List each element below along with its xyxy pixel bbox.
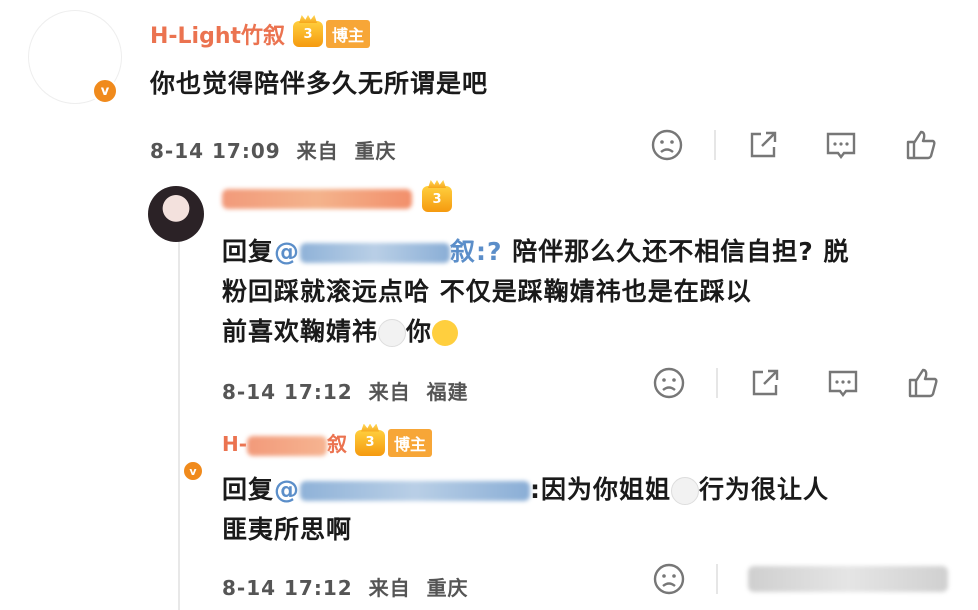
reply2-text-line1: 回复@ :因为你姐姐 行为很让人 [222, 470, 829, 510]
share-icon[interactable] [748, 366, 782, 400]
action-divider [714, 130, 716, 160]
dislike-icon[interactable] [652, 562, 686, 596]
commenter-username[interactable]: H-Light竹叙 [150, 18, 285, 50]
comment-icon[interactable] [826, 366, 860, 400]
dislike-icon[interactable] [652, 366, 686, 400]
reply-prefix: 回复 [222, 237, 275, 266]
thread-line [178, 240, 180, 610]
comment-text: 你也觉得陪伴多久无所谓是吧 [150, 69, 489, 98]
comment-meta: 8-14 17:09 来自 重庆 [150, 135, 397, 164]
reply1-location: 福建 [426, 380, 469, 404]
mention-blurred[interactable] [300, 481, 531, 501]
crown-icon: 3 [422, 186, 452, 212]
laugh-cry-emoji-icon [432, 320, 459, 346]
like-icon[interactable] [904, 128, 938, 162]
comment-from-label: 来自 [296, 139, 339, 163]
comment-location: 重庆 [354, 139, 397, 163]
reply2-username-suffix: 叙 [327, 432, 348, 456]
like-icon[interactable] [906, 366, 940, 400]
reply1-meta: 8-14 17:12 来自 福建 [222, 376, 469, 405]
reply2-verified-icon: v [182, 460, 204, 482]
reply2-line1-end: 行为很让人 [699, 475, 830, 504]
comment-time: 8-14 17:09 [150, 139, 281, 163]
mention-at[interactable]: @ [274, 237, 300, 266]
action-divider [716, 564, 718, 594]
reply2-actions [652, 562, 948, 596]
reply2-from-label: 来自 [368, 576, 411, 600]
mention-at[interactable]: @ [274, 475, 300, 504]
reply2-header: H- 叙 3 博主 [222, 428, 433, 457]
verified-badge-icon: v [92, 78, 118, 104]
reply1-line3-text: 前喜欢鞠婧祎 [222, 317, 379, 346]
reply2-location: 重庆 [426, 576, 469, 600]
emoji-icon [378, 319, 407, 347]
share-icon[interactable] [746, 128, 780, 162]
reply-prefix: 回复 [222, 475, 275, 504]
dislike-icon[interactable] [650, 128, 684, 162]
comment-header: H-Light竹叙 3 博主 [150, 18, 371, 50]
blogger-badge-label: 博主 [388, 428, 433, 457]
reply1-line3-end: 你 [406, 317, 433, 346]
reply1-header: 3 [222, 186, 452, 212]
reply1-from-label: 来自 [368, 380, 411, 404]
reply2-meta: 8-14 17:12 来自 重庆 [222, 572, 469, 601]
mention-suffix[interactable]: 叙:? [450, 237, 503, 266]
reply2-username-prefix: H- [222, 432, 248, 456]
crown-icon: 3 [355, 429, 386, 456]
reply2-username-blurred [247, 435, 328, 456]
mention-blurred[interactable] [300, 243, 451, 263]
reply1-actions [652, 366, 940, 400]
reply1-text-line2: 粉回踩就滚远点哈 不仅是踩鞠婧祎也是在踩以 [222, 277, 752, 306]
reply1-avatar[interactable] [148, 186, 204, 242]
reply2-line1-text: :因为你姐姐 [530, 475, 672, 504]
action-divider [716, 368, 718, 398]
reply1-text-line3: 前喜欢鞠婧祎你 [222, 312, 459, 352]
emoji-icon [671, 477, 700, 505]
reply2-text-line2: 匪夷所思啊 [222, 515, 353, 544]
reply2-time: 8-14 17:12 [222, 576, 353, 600]
blogger-badge: 3 博主 [293, 20, 371, 48]
blogger-badge-label: 博主 [326, 20, 371, 48]
reply1-username-blurred[interactable] [222, 189, 412, 209]
crown-icon: 3 [293, 21, 324, 47]
blogger-badge: 3 博主 [355, 428, 433, 457]
comment-actions [650, 128, 938, 162]
reply1-time: 8-14 17:12 [222, 380, 353, 404]
reply2-username[interactable]: H- 叙 [222, 428, 347, 457]
reply1-line1-text: 陪伴那么久还不相信自担? 脱 [512, 237, 850, 266]
reply1-text-line1: 回复@ 叙:? 陪伴那么久还不相信自担? 脱 [222, 232, 849, 272]
comment-icon[interactable] [824, 128, 858, 162]
watermark-blurred [748, 566, 948, 592]
